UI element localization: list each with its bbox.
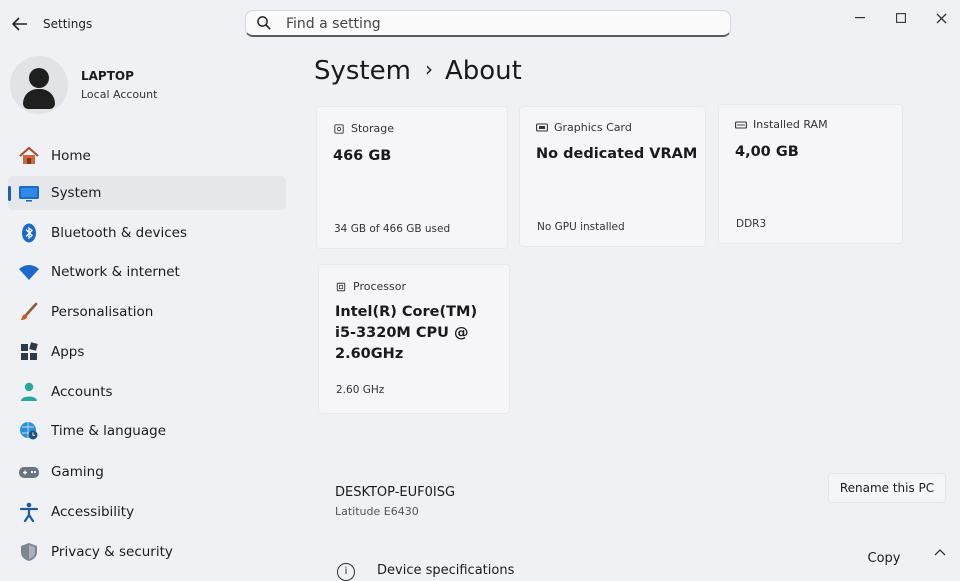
breadcrumb-section[interactable]: System <box>314 56 411 86</box>
sidebar-item-label: Gaming <box>51 464 104 480</box>
sidebar-item-apps[interactable]: Apps <box>8 335 286 369</box>
search-icon <box>257 16 271 30</box>
collapse-button[interactable] <box>934 545 952 563</box>
page-title: System › About <box>314 56 522 86</box>
sidebar-item-time-language[interactable]: Time & language <box>8 414 286 448</box>
back-button[interactable] <box>8 12 32 36</box>
sidebar-item-label: Privacy & security <box>51 544 173 560</box>
home-icon <box>19 146 39 164</box>
accessibility-icon <box>19 502 39 522</box>
app-title: Settings <box>43 17 93 31</box>
sidebar-item-personalisation[interactable]: Personalisation <box>8 295 286 329</box>
maximize-icon <box>896 13 906 23</box>
processor-value-line: 2.60GHz <box>335 346 404 363</box>
sidebar-item-label: Accessibility <box>51 504 135 520</box>
sidebar-item-label: System <box>51 185 102 201</box>
sidebar-item-privacy-security[interactable]: Privacy & security <box>8 535 286 569</box>
storage-value: 466 GB <box>333 148 392 164</box>
storage-icon <box>334 123 344 134</box>
processor-value-line: Intel(R) Core(TM) <box>335 304 478 320</box>
gamepad-icon <box>19 467 39 478</box>
processor-title: Processor <box>353 280 406 293</box>
system-icon <box>19 186 39 202</box>
close-button[interactable] <box>929 8 953 28</box>
device-name: DESKTOP-EUF0ISG <box>335 485 456 500</box>
apps-icon <box>21 342 38 360</box>
profile-account-type: Local Account <box>81 88 158 101</box>
sidebar-item-label: Network & internet <box>51 264 180 280</box>
selection-indicator <box>8 186 11 201</box>
graphics-card-card[interactable]: Graphics Card No dedicated VRAM No GPU i… <box>519 106 706 247</box>
graphics-card-title: Graphics Card <box>554 121 632 134</box>
ram-value: 4,00 GB <box>735 144 799 160</box>
sidebar-item-accounts[interactable]: Accounts <box>8 375 286 409</box>
ram-type: DDR3 <box>736 218 767 230</box>
device-model: Latitude E6430 <box>335 505 419 518</box>
info-icon: i <box>337 563 355 581</box>
processor-icon <box>336 282 346 291</box>
processor-value-line: i5-3320M CPU @ <box>335 325 469 342</box>
avatar[interactable] <box>10 56 68 114</box>
maximize-button[interactable] <box>889 8 913 28</box>
bluetooth-icon <box>22 223 36 243</box>
breadcrumb-separator: › <box>424 57 433 81</box>
sidebar-item-label: Accounts <box>51 384 113 400</box>
globe-clock-icon <box>20 422 38 440</box>
processor-speed: 2.60 GHz <box>336 384 385 396</box>
sidebar-item-bluetooth-devices[interactable]: Bluetooth & devices <box>8 216 286 250</box>
copy-button[interactable]: Copy <box>850 545 918 571</box>
ram-icon <box>735 120 747 129</box>
minimize-button[interactable] <box>848 8 872 28</box>
sidebar-item-system[interactable]: System <box>8 176 286 210</box>
sidebar-item-label: Bluetooth & devices <box>51 225 188 241</box>
ram-card[interactable]: Installed RAM 4,00 GB DDR3 <box>718 104 903 244</box>
graphics-card-icon <box>536 122 548 132</box>
graphics-card-detail: No GPU installed <box>537 221 625 233</box>
storage-title: Storage <box>351 122 395 135</box>
brush-icon <box>21 302 38 320</box>
breadcrumb-page: About <box>444 56 522 86</box>
sidebar-item-accessibility[interactable]: Accessibility <box>8 495 286 529</box>
rename-pc-button[interactable]: Rename this PC <box>828 473 946 503</box>
sidebar-item-network[interactable]: Network & internet <box>8 255 286 289</box>
processor-value: Intel(R) Core(TM) i5-3320M CPU @ 2.60GHz <box>335 302 477 365</box>
profile-name: LAPTOP <box>81 69 134 83</box>
chevron-up-icon <box>934 549 946 556</box>
accounts-icon <box>21 382 37 401</box>
close-icon <box>936 13 946 23</box>
back-arrow-icon <box>12 17 27 31</box>
sidebar-item-gaming[interactable]: Gaming <box>8 455 286 489</box>
graphics-card-value: No dedicated VRAM <box>536 146 698 162</box>
sidebar-item-label: Time & language <box>51 423 167 439</box>
shield-icon <box>21 543 37 561</box>
sidebar-item-label: Personalisation <box>51 304 154 320</box>
wifi-icon <box>19 265 39 280</box>
search-input[interactable] <box>284 13 708 35</box>
ram-title: Installed RAM <box>753 118 828 131</box>
sidebar-item-label: Home <box>51 148 91 164</box>
sidebar-item-home[interactable]: Home <box>8 139 286 173</box>
minimize-icon <box>855 17 865 19</box>
search-box[interactable] <box>245 10 731 37</box>
storage-card[interactable]: Storage 466 GB 34 GB of 466 GB used <box>316 106 508 249</box>
sidebar-item-label: Apps <box>51 344 85 360</box>
storage-usage: 34 GB of 466 GB used <box>334 223 451 235</box>
processor-card[interactable]: Processor Intel(R) Core(TM) i5-3320M CPU… <box>318 264 510 414</box>
